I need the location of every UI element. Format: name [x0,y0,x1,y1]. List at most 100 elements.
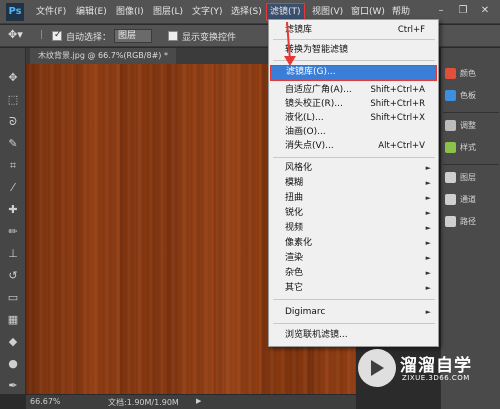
photoshop-logo: Ps [6,3,24,21]
submenu-arrow-icon: ► [425,284,431,292]
menu-item-label: 扭曲 [285,193,304,203]
panel-paths[interactable]: 路径 [445,214,476,230]
panel-adjustments[interactable]: 调整 [445,118,476,134]
menu-separator [273,323,435,324]
menu-item-browse-online-filters[interactable]: 浏览联机滤镜... [270,328,437,342]
eraser-tool-icon[interactable]: ▭ [5,290,21,306]
menu-item-vanishing-point[interactable]: 消失点(V)... Alt+Ctrl+V [270,139,437,153]
document-tab[interactable]: 木纹背景.jpg @ 66.7%(RGB/8#) * [30,48,176,64]
blur-tool-icon[interactable]: ◆ [5,334,21,350]
menu-item-pixelate[interactable]: 像素化 ► [270,236,437,250]
document-info: 文档:1.90M/1.90M [108,398,179,407]
marquee-tool-icon[interactable]: ⬚ [5,92,21,108]
menu-item-oil-paint[interactable]: 油画(O)... [270,125,437,139]
status-arrow-icon[interactable]: ▶ [196,397,201,405]
menu-item-video[interactable]: 视频 ► [270,221,437,235]
menu-layer[interactable]: 图层(L) [153,5,183,19]
status-bar: 66.67% 文档:1.90M/1.90M ▶ [26,394,356,409]
panel-styles[interactable]: 样式 [445,140,476,156]
options-divider: | [40,30,44,40]
menu-item-digimarc[interactable]: Digimarc ► [270,305,437,319]
menu-item-label: 油画(O)... [285,127,326,137]
submenu-arrow-icon: ► [425,179,431,187]
menu-item-label: 锐化 [285,208,304,218]
submenu-arrow-icon: ► [425,239,431,247]
menu-item-label: 风格化 [285,163,313,173]
submenu-arrow-icon: ► [425,254,431,262]
clone-stamp-tool-icon[interactable]: ⊥ [5,246,21,262]
menu-item-noise[interactable]: 杂色 ► [270,266,437,280]
submenu-arrow-icon: ► [425,164,431,172]
menu-item-label: 杂色 [285,268,304,278]
submenu-arrow-icon: ► [425,209,431,217]
submenu-arrow-icon: ► [425,194,431,202]
menu-item-adaptive-wide-angle[interactable]: 自适应广角(A)... Shift+Ctrl+A [270,83,437,97]
tools-panel: ✥ ⬚ ᘐ ✎ ⌗ ⁄ ✚ ✏ ⊥ ↺ ▭ ▦ ◆ ● ✒ [0,48,26,394]
gradient-tool-icon[interactable]: ▦ [5,312,21,328]
menu-item-stylize[interactable]: 风格化 ► [270,161,437,175]
menu-item-render[interactable]: 渲染 ► [270,251,437,265]
menu-item-sharpen[interactable]: 锐化 ► [270,206,437,220]
panel-channels-label: 通道 [460,195,476,204]
swatches-panel-icon [445,90,456,101]
panel-paths-label: 路径 [460,217,476,226]
auto-select-label: 自动选择： [66,33,112,43]
pen-tool-icon[interactable]: ✒ [5,378,21,394]
menu-separator [273,157,435,158]
menu-edit[interactable]: 编辑(E) [76,5,107,19]
adjustments-panel-icon [445,120,456,131]
zoom-level[interactable]: 66.67% [30,397,61,406]
menu-item-shortcut: Shift+Ctrl+X [370,113,425,123]
menu-item-distort[interactable]: 扭曲 ► [270,191,437,205]
menu-help[interactable]: 帮助 [392,5,410,19]
restore-icon[interactable]: ❐ [458,6,468,16]
watermark: 溜溜自学 ZIXUE.3D66.COM [352,345,500,395]
paths-panel-icon [445,216,456,227]
quick-select-tool-icon[interactable]: ✎ [5,136,21,152]
move-tool-icon[interactable]: ✥▾ [8,28,23,41]
healing-brush-tool-icon[interactable]: ✚ [5,202,21,218]
menu-separator [273,299,435,300]
menu-item-label: 消失点(V)... [285,141,334,151]
menu-item-label: 浏览联机滤镜... [285,330,348,340]
auto-select-checkbox[interactable] [52,30,62,41]
show-transform-checkbox[interactable] [168,31,178,41]
panel-layers[interactable]: 图层 [445,170,476,186]
history-brush-tool-icon[interactable]: ↺ [5,268,21,284]
panel-color[interactable]: 颜色 [445,66,476,82]
eyedropper-tool-icon[interactable]: ⁄ [5,180,21,196]
menu-item-label: 自适应广角(A)... [285,85,352,95]
submenu-arrow-icon: ► [425,269,431,277]
panel-styles-label: 样式 [460,143,476,152]
menu-item-other[interactable]: 其它 ► [270,281,437,295]
menu-view[interactable]: 视图(V) [312,5,343,19]
play-icon [371,360,384,376]
menu-file[interactable]: 文件(F) [36,5,66,19]
annotation-arrow-icon [284,22,296,66]
panel-swatches[interactable]: 色板 [445,88,476,104]
menu-item-liquify[interactable]: 液化(L)... Shift+Ctrl+X [270,111,437,125]
menu-type[interactable]: 文字(Y) [192,5,223,19]
brush-tool-icon[interactable]: ✏ [5,224,21,240]
menu-window[interactable]: 窗口(W) [351,5,385,19]
menu-item-label: 其它 [285,283,304,293]
close-icon[interactable]: ✕ [480,6,490,16]
panel-separator [443,112,499,113]
filter-dropdown-menu: 滤镜库 Ctrl+F 转换为智能滤镜 滤镜库(G)... 自适应广角(A)...… [268,19,439,347]
menu-item-blur[interactable]: 模糊 ► [270,176,437,190]
minimize-icon[interactable]: – [436,6,446,16]
menu-image[interactable]: 图像(I) [116,5,144,19]
show-transform-label: 显示变换控件 [182,33,237,43]
menu-item-shortcut: Ctrl+F [397,25,425,35]
menu-item-shortcut: Shift+Ctrl+A [370,85,425,95]
channels-panel-icon [445,194,456,205]
auto-select-dropdown[interactable]: 图层 [114,29,152,43]
move-tool-icon[interactable]: ✥ [5,70,21,86]
crop-tool-icon[interactable]: ⌗ [5,158,21,174]
panel-channels[interactable]: 通道 [445,192,476,208]
lasso-tool-icon[interactable]: ᘐ [5,114,21,130]
dodge-tool-icon[interactable]: ● [5,356,21,372]
menu-select[interactable]: 选择(S) [231,5,262,19]
color-panel-icon [445,68,456,79]
menu-item-lens-correction[interactable]: 镜头校正(R)... Shift+Ctrl+R [270,97,437,111]
